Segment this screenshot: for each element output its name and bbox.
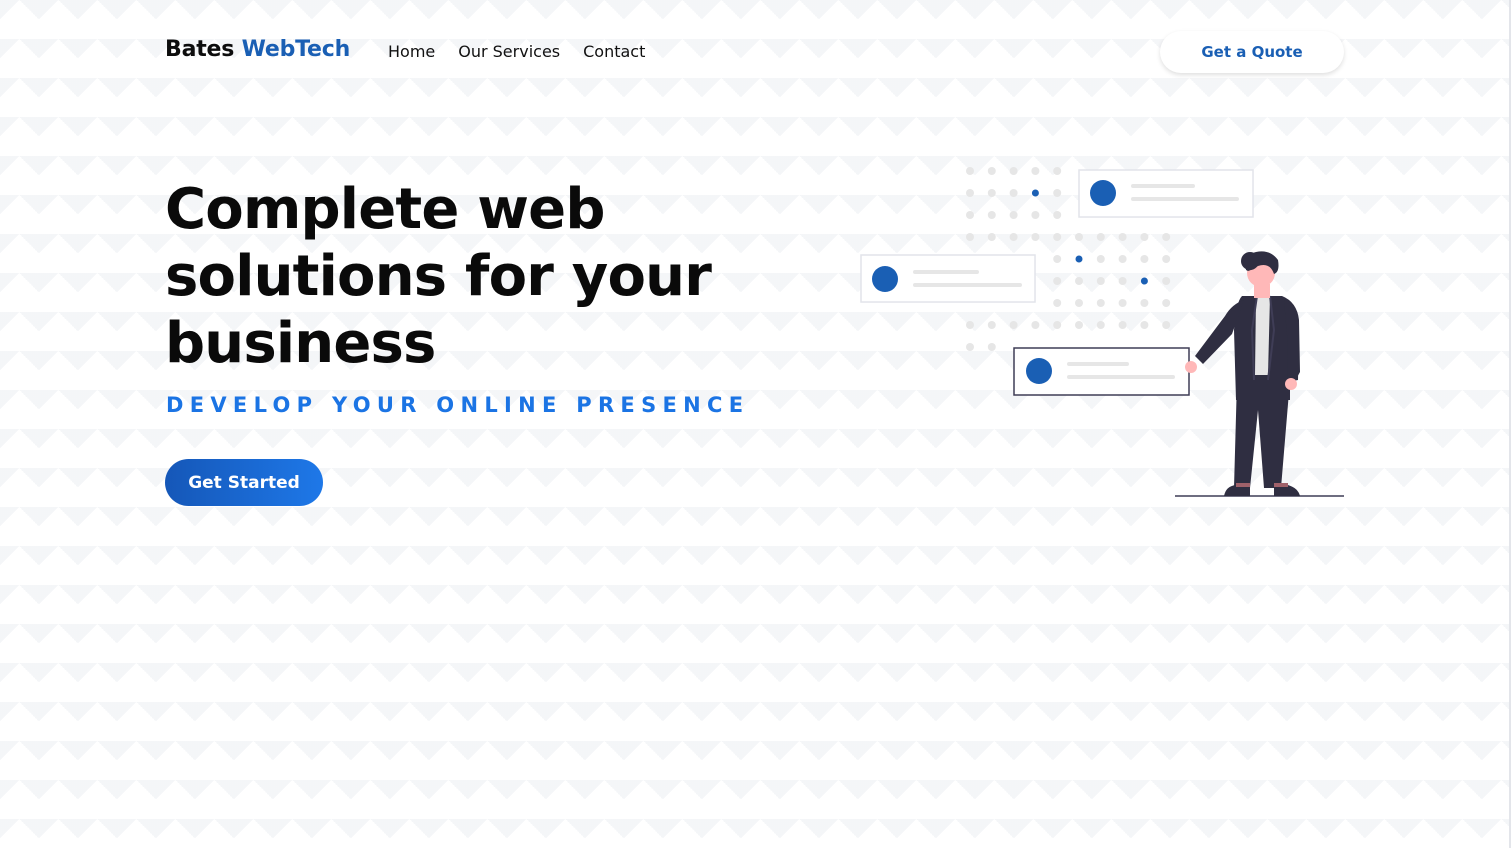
info-card-top [1078, 169, 1254, 218]
dot [1031, 233, 1040, 241]
dot [1075, 321, 1083, 329]
info-card-active [1013, 347, 1190, 396]
dot [987, 189, 996, 197]
dot [1118, 321, 1127, 329]
dot [1118, 299, 1127, 307]
dot [987, 343, 996, 351]
dot [1053, 321, 1062, 329]
dot [1118, 255, 1127, 263]
dot-accent [1031, 189, 1039, 197]
dot [1053, 167, 1062, 175]
dot [987, 167, 996, 175]
main-nav: Home Our Services Contact [388, 42, 668, 61]
dot [1075, 277, 1083, 285]
dot [1053, 277, 1062, 285]
dot-accent [1075, 255, 1083, 263]
dot [1031, 167, 1040, 175]
site-logo[interactable]: Bates WebTech [165, 37, 350, 62]
dot [1096, 255, 1105, 263]
get-a-quote-button[interactable]: Get a Quote [1160, 31, 1344, 73]
dot [1162, 321, 1171, 329]
dot [1118, 277, 1127, 285]
dot [1140, 233, 1149, 241]
dot [1053, 189, 1062, 197]
person-figure [1185, 251, 1300, 496]
dot [1162, 299, 1171, 307]
get-started-button[interactable]: Get Started [165, 459, 323, 506]
dot [1009, 321, 1018, 329]
dot [1118, 233, 1127, 241]
dot [1140, 299, 1149, 307]
dot [1075, 299, 1083, 307]
dot [1162, 255, 1171, 263]
logo-text-primary: Bates [165, 37, 242, 62]
dot [1140, 255, 1149, 263]
dot [966, 343, 974, 351]
dot [1053, 211, 1062, 219]
nav-link-our-services[interactable]: Our Services [458, 42, 560, 61]
hero-title: Complete web solutions for your business [165, 177, 712, 376]
dot [1009, 189, 1018, 197]
dot [1162, 277, 1171, 285]
dot [1140, 321, 1149, 329]
site-header: Bates WebTech Home Our Services Contact … [0, 0, 1511, 105]
dot [987, 211, 996, 219]
dot [1096, 277, 1105, 285]
dot [1075, 233, 1083, 241]
dot [966, 321, 974, 329]
dot [987, 233, 996, 241]
dot [1031, 211, 1040, 219]
dot [966, 189, 974, 197]
dot [966, 167, 974, 175]
dot [1096, 299, 1105, 307]
logo-text-accent: WebTech [241, 37, 351, 62]
dot [1053, 255, 1062, 263]
dot [1009, 233, 1018, 241]
dot [1096, 321, 1105, 329]
dot [1053, 233, 1062, 241]
nav-link-home[interactable]: Home [388, 42, 435, 61]
nav-link-contact[interactable]: Contact [583, 42, 645, 61]
dot-accent [1140, 277, 1148, 285]
dot [1031, 321, 1040, 329]
dot [1053, 299, 1062, 307]
dot [1096, 233, 1105, 241]
dot [966, 211, 974, 219]
dot [987, 321, 996, 329]
dot [966, 233, 974, 241]
dot [1009, 167, 1018, 175]
info-card-left [860, 254, 1036, 303]
person-presenting-illustration [860, 167, 1344, 497]
hero-subtitle: DEVELOP YOUR ONLINE PRESENCE [166, 393, 750, 417]
dot [1162, 233, 1171, 241]
dot [1009, 211, 1018, 219]
